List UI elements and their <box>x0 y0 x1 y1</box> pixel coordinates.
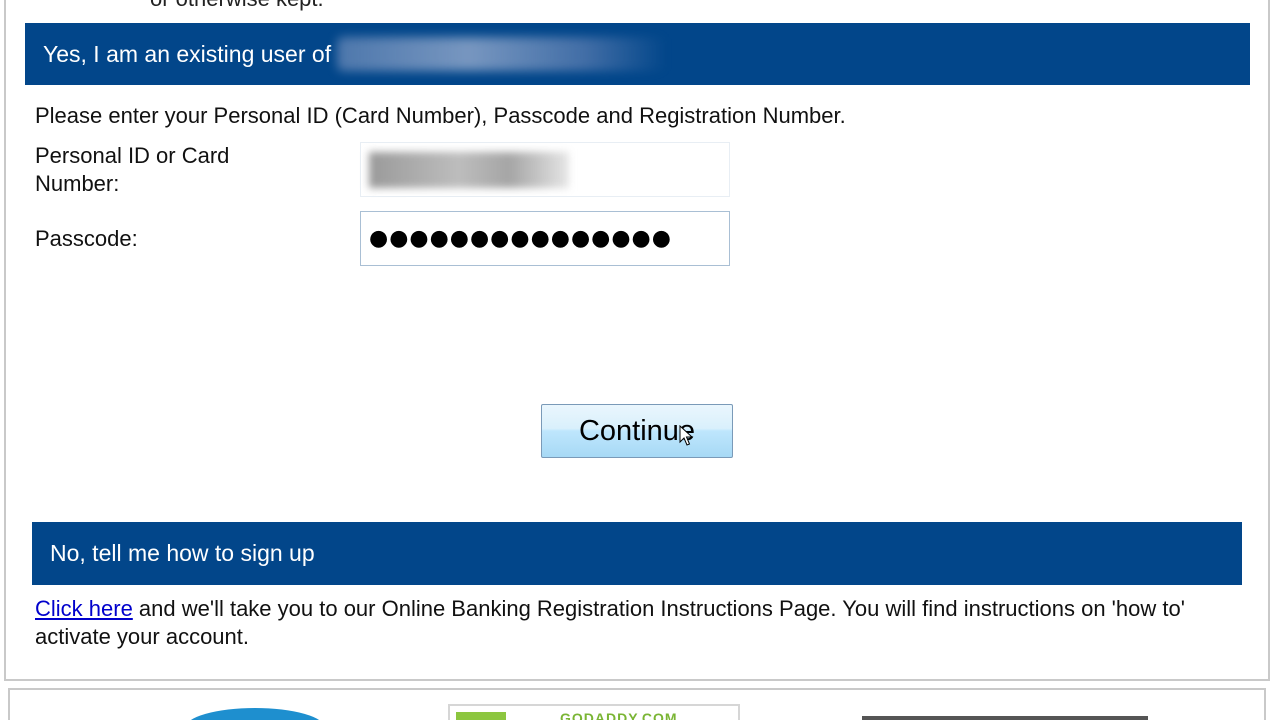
mouse-pointer-icon <box>679 425 693 446</box>
existing-user-banner-label: Yes, I am an existing user of <box>43 40 332 67</box>
registration-instructions-link[interactable]: Click here <box>35 596 133 621</box>
redacted-bank-name <box>337 37 668 71</box>
personal-id-label: Personal ID or Card Number: <box>35 143 230 196</box>
redacted-personal-id-value <box>369 151 569 188</box>
login-instructions: Please enter your Personal ID (Card Numb… <box>35 103 846 128</box>
badge-label: GODADDY.COM <box>560 710 678 720</box>
signup-description-text: and we'll take you to our Online Banking… <box>35 596 1185 649</box>
signup-description: Click here and we'll take you to our Onl… <box>35 595 1250 651</box>
existing-user-banner: Yes, I am an existing user of <box>25 23 1250 85</box>
cut-off-text: or otherwise kept. <box>150 0 324 12</box>
personal-id-field[interactable] <box>360 142 730 197</box>
page: or otherwise kept. Yes, I am an existing… <box>0 0 1280 720</box>
security-badge[interactable]: GODADDY.COM <box>448 704 740 720</box>
signup-banner-label: No, tell me how to sign up <box>50 540 315 566</box>
passcode-label: Passcode: <box>35 226 138 251</box>
badge-green-mark <box>456 712 506 720</box>
passcode-field[interactable]: ●●●●●●●●●●●●●●● <box>360 211 730 266</box>
footer-bar <box>862 716 1148 720</box>
passcode-masked-value: ●●●●●●●●●●●●●●● <box>369 226 672 251</box>
continue-button[interactable]: Continue <box>541 404 733 458</box>
signup-banner: No, tell me how to sign up <box>32 522 1242 585</box>
